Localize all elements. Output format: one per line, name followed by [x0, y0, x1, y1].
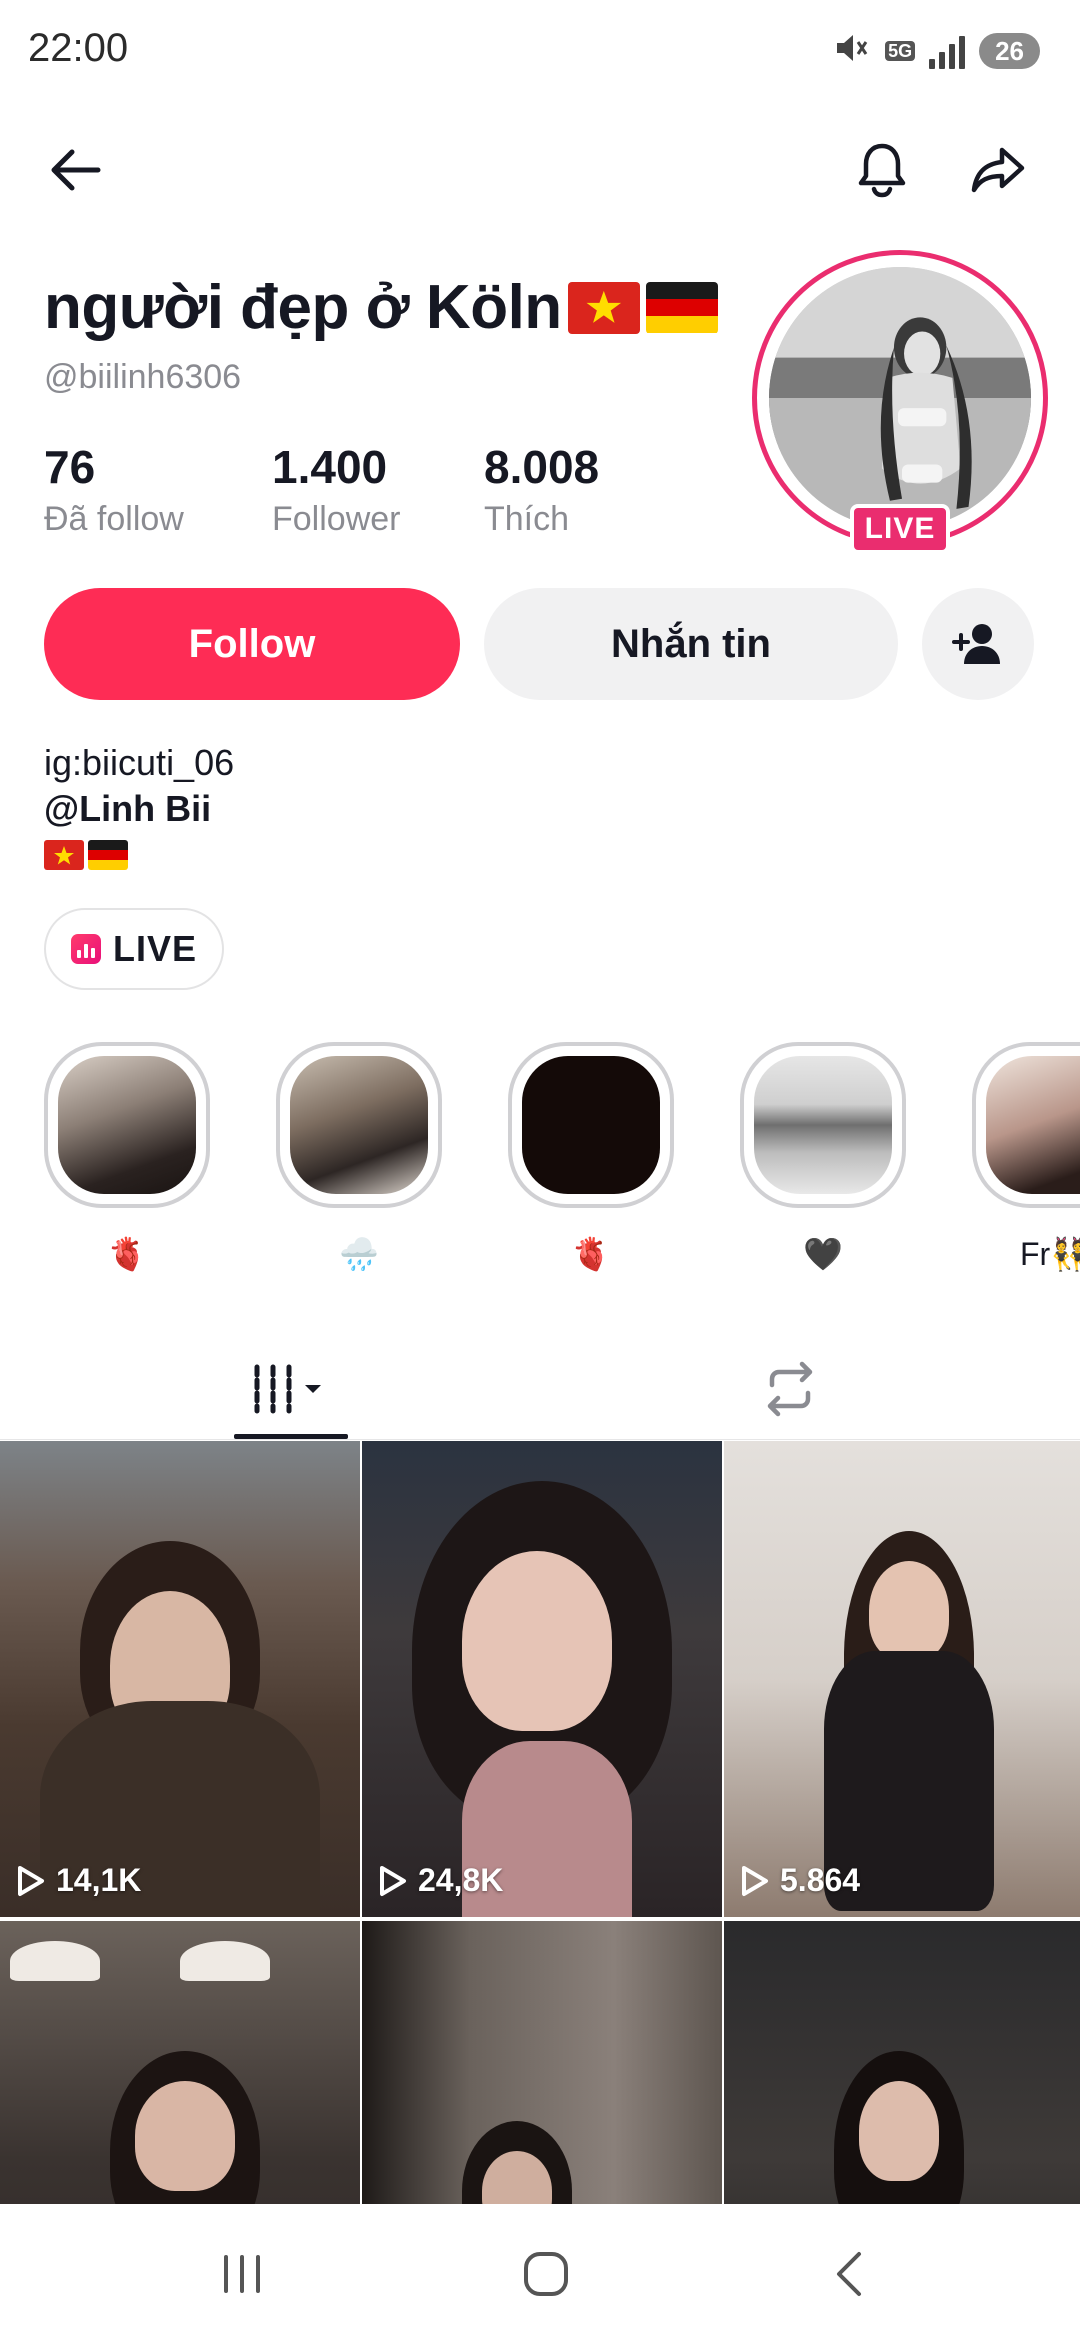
video-tile[interactable]: 24,8K [362, 1441, 722, 1917]
view-count: 24,8K [378, 1862, 503, 1899]
profile-bio: ig:biicuti_06 @Linh Bii [44, 740, 234, 878]
play-icon [380, 1865, 406, 1896]
add-friend-button[interactable] [922, 588, 1034, 700]
live-link-label: LIVE [112, 928, 197, 969]
highlight-label: 🫀 [571, 1236, 611, 1272]
followers-count: 1.400 [272, 441, 388, 493]
highlight-label: Fr👯 [1019, 1236, 1080, 1272]
germany-flag-icon [645, 281, 718, 334]
view-count-value: 5.864 [780, 1862, 861, 1898]
highlight-thumbnail [986, 1056, 1080, 1194]
bio-flags [44, 832, 234, 878]
network-badge: 5G [885, 40, 916, 61]
repost-icon [767, 1361, 813, 1417]
message-button[interactable]: Nhắn tin [484, 588, 898, 700]
likes-stat[interactable]: 8.008 Thích [484, 440, 599, 539]
system-nav-bar [0, 2204, 1080, 2340]
bio-instagram: ig:biicuti_06 [44, 742, 235, 783]
highlight-label: 🌧️ [339, 1236, 379, 1272]
highlight-label: 🫀 [107, 1236, 147, 1272]
tab-active-indicator [234, 1434, 348, 1439]
video-tile[interactable]: 5.864 [724, 1441, 1080, 1917]
highlight-thumbnail [290, 1056, 428, 1194]
tab-reposts[interactable] [740, 1338, 840, 1440]
display-name-text: người đẹp ở Köln [44, 273, 562, 342]
germany-flag-icon [88, 840, 128, 870]
profile-tabs [0, 1338, 1080, 1440]
vietnam-flag-icon [44, 840, 84, 870]
likes-label: Thích [484, 500, 570, 538]
vietnam-flag-icon [567, 281, 640, 334]
profile-avatar-ring[interactable] [752, 250, 1048, 546]
home-icon [524, 2252, 568, 2296]
mute-icon [831, 28, 871, 73]
battery-indicator: 26 [979, 32, 1040, 69]
highlight-label: 🖤 [803, 1236, 843, 1272]
back-button[interactable] [36, 130, 116, 210]
bell-icon [858, 143, 906, 198]
profile-stats: 76 Đã follow 1.400 Follower 8.008 Thích [44, 440, 684, 550]
highlight-thumbnail [58, 1056, 196, 1194]
back-arrow-icon [51, 149, 101, 191]
status-bar: 22:00 5G 26 [0, 0, 1080, 100]
view-count-value: 14,1K [56, 1862, 142, 1898]
tab-videos[interactable] [234, 1338, 348, 1440]
profile-screen: 22:00 5G 26 người đẹp ở Köln @biilinh630… [0, 0, 1080, 2340]
status-time: 22:00 [28, 26, 129, 70]
highlight-thumbnail [754, 1056, 892, 1194]
highlight-item[interactable]: 🌧️ [276, 1042, 446, 1282]
video-tile[interactable]: 14,1K [0, 1441, 360, 1917]
add-user-icon [952, 624, 1000, 664]
view-count-value: 24,8K [418, 1862, 504, 1898]
back-icon [837, 2252, 861, 2296]
profile-display-name: người đẹp ở Köln [44, 272, 718, 343]
bio-mention[interactable]: @Linh Bii [44, 786, 234, 832]
following-label: Đã follow [44, 500, 184, 538]
highlight-item[interactable]: 🖤 [740, 1042, 910, 1282]
play-icon [742, 1865, 768, 1896]
highlight-item[interactable]: Fr👯 [972, 1042, 1080, 1282]
likes-count: 8.008 [484, 441, 600, 493]
home-button[interactable] [496, 2234, 596, 2314]
avatar-live-badge[interactable]: LIVE [850, 504, 950, 554]
follow-button[interactable]: Follow [44, 588, 460, 700]
live-link-button[interactable]: LIVE [44, 908, 224, 990]
avatar [769, 267, 1031, 529]
view-count: 14,1K [16, 1862, 141, 1899]
recent-apps-icon [224, 2255, 260, 2293]
highlights-row: 🫀 🌧️ 🫀 🖤 Fr👯 [0, 1042, 1080, 1282]
share-icon [971, 147, 1025, 193]
followers-label: Follower [272, 500, 401, 538]
top-bar [0, 130, 1080, 210]
view-count: 5.864 [740, 1862, 860, 1899]
followers-stat[interactable]: 1.400 Follower [272, 440, 400, 539]
signal-icon [929, 33, 966, 69]
following-stat[interactable]: 76 Đã follow [44, 440, 184, 539]
grid-columns-icon [254, 1364, 321, 1414]
notifications-button[interactable] [842, 130, 922, 210]
live-bars-icon [70, 934, 101, 964]
following-count: 76 [44, 441, 96, 493]
highlight-item[interactable]: 🫀 [508, 1042, 678, 1282]
highlight-thumbnail [522, 1056, 660, 1194]
recent-apps-button[interactable] [192, 2234, 292, 2314]
status-icons: 5G 26 [831, 28, 1040, 73]
play-icon [18, 1865, 44, 1896]
profile-username: @biilinh6306 [44, 358, 242, 396]
highlight-item[interactable]: 🫀 [44, 1042, 214, 1282]
share-button[interactable] [958, 130, 1038, 210]
nav-back-button[interactable] [800, 2234, 900, 2314]
